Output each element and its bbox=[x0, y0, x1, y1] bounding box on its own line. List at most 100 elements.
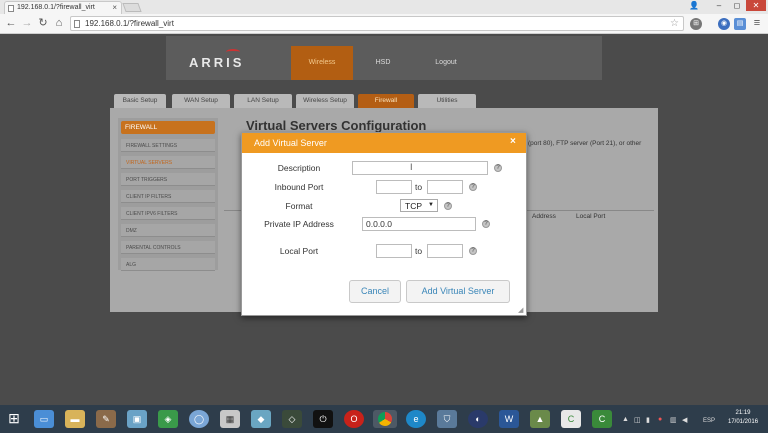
column-header-local-port: Local Port bbox=[576, 213, 606, 220]
back-icon[interactable]: ← bbox=[4, 16, 18, 31]
browser-tab[interactable]: 192.168.0.1/?firewall_virt × bbox=[4, 1, 122, 14]
local-port-label: Local Port bbox=[279, 246, 319, 256]
description-label: Description bbox=[277, 163, 321, 173]
tray-icon[interactable]: ▮ bbox=[646, 416, 650, 424]
dialog-title: Add Virtual Server bbox=[242, 133, 526, 153]
column-header-address: Address bbox=[532, 213, 556, 220]
folder-icon[interactable]: ▬ bbox=[65, 410, 85, 428]
extension-icon[interactable]: ◉ bbox=[718, 18, 730, 30]
extension-doc-icon[interactable]: ▤ bbox=[734, 18, 746, 30]
inbound-port-label: Inbound Port bbox=[274, 182, 324, 192]
window-close-button[interactable]: ✕ bbox=[746, 0, 766, 11]
sidebar-item-parental-controls[interactable]: PARENTAL CONTROLS bbox=[121, 241, 215, 254]
app-icon[interactable]: ✎ bbox=[96, 410, 116, 428]
shield-icon[interactable]: ⛉ bbox=[437, 410, 457, 428]
format-select[interactable]: TCP ▼ bbox=[400, 199, 438, 212]
calculator-icon[interactable]: ▦ bbox=[220, 410, 240, 428]
sidebar-item-dmz[interactable]: DMZ bbox=[121, 224, 215, 237]
page-icon bbox=[8, 5, 14, 12]
maximize-button[interactable]: ◻ bbox=[728, 0, 746, 11]
tab-wan-setup[interactable]: WAN Setup bbox=[172, 94, 230, 108]
bookmark-star-icon[interactable]: ☆ bbox=[670, 18, 679, 29]
ie-icon[interactable]: e bbox=[406, 410, 426, 428]
tab-basic-setup[interactable]: Basic Setup bbox=[114, 94, 166, 108]
close-icon[interactable]: × bbox=[510, 136, 516, 147]
cancel-button[interactable]: Cancel bbox=[349, 280, 401, 303]
format-value: TCP bbox=[405, 201, 422, 211]
chrome-icon[interactable] bbox=[373, 410, 397, 428]
menu-icon[interactable]: ≡ bbox=[750, 16, 764, 31]
clock-time: 21:19 bbox=[735, 410, 751, 416]
page-description: (port 80), FTP server (Port 21), or othe… bbox=[528, 140, 642, 147]
format-label: Format bbox=[285, 201, 313, 211]
help-icon[interactable]: ? bbox=[444, 202, 452, 210]
network-icon[interactable]: ◆ bbox=[251, 410, 271, 428]
home-icon[interactable]: ⌂ bbox=[52, 16, 66, 31]
app-icon[interactable]: ▣ bbox=[127, 410, 147, 428]
computer-icon[interactable]: ▭ bbox=[34, 410, 54, 428]
arris-logo: ARRIS bbox=[189, 55, 245, 70]
sidebar-item-virtual-servers[interactable]: VIRTUAL SERVERS bbox=[121, 156, 215, 169]
camtasia-recorder-icon[interactable]: C bbox=[592, 410, 612, 428]
to-label: to bbox=[415, 246, 423, 256]
app-icon[interactable]: ◐ bbox=[468, 410, 488, 428]
tab-firewall[interactable]: Firewall bbox=[358, 94, 414, 108]
help-icon[interactable]: ? bbox=[494, 164, 502, 172]
address-bar[interactable]: 192.168.0.1/?firewall_virt ☆ bbox=[70, 16, 684, 31]
add-virtual-server-button[interactable]: Add Virtual Server bbox=[406, 280, 510, 303]
sidebar-item-client-ip-filters[interactable]: CLIENT IP FILTERS bbox=[121, 190, 215, 203]
url-text: 192.168.0.1/?firewall_virt bbox=[85, 19, 174, 28]
word-icon[interactable]: W bbox=[499, 410, 519, 428]
minimize-button[interactable]: – bbox=[710, 0, 728, 11]
sidebar-item-firewall-settings[interactable]: FIREWALL SETTINGS bbox=[121, 139, 215, 152]
sidebar-item-client-ipv6-filters[interactable]: CLIENT IPV6 FILTERS bbox=[121, 207, 215, 220]
nav-logout[interactable]: Logout bbox=[418, 46, 474, 80]
help-icon[interactable]: ? bbox=[469, 247, 477, 255]
to-label: to bbox=[415, 182, 423, 192]
volume-icon[interactable]: ◀ bbox=[682, 416, 687, 424]
opera-icon[interactable]: O bbox=[344, 410, 364, 428]
tab-close-icon[interactable]: × bbox=[112, 3, 117, 12]
nav-hsd[interactable]: HSD bbox=[358, 46, 408, 80]
camtasia-icon[interactable]: C bbox=[561, 410, 581, 428]
sidebar-heading: FIREWALL bbox=[121, 121, 215, 134]
local-port-from-input[interactable] bbox=[376, 244, 412, 258]
tray-arrow-icon[interactable]: ▲ bbox=[622, 416, 629, 423]
inbound-port-from-input[interactable] bbox=[376, 180, 412, 194]
text-cursor-icon: I bbox=[410, 162, 413, 172]
private-ip-label: Private IP Address bbox=[264, 219, 334, 229]
help-icon[interactable]: ? bbox=[482, 220, 490, 228]
tab-utilities[interactable]: Utilities bbox=[418, 94, 476, 108]
network-tray-icon[interactable]: ▥ bbox=[670, 416, 677, 424]
windows-start-icon[interactable]: ⊞ bbox=[6, 410, 22, 426]
tray-icon[interactable]: ◫ bbox=[634, 416, 641, 424]
page-title: Virtual Servers Configuration bbox=[246, 118, 427, 133]
reload-icon[interactable]: ↻ bbox=[36, 16, 50, 31]
tab-lan-setup[interactable]: LAN Setup bbox=[234, 94, 292, 108]
power-icon[interactable]: ⏻ bbox=[313, 410, 333, 428]
sidebar-item-port-triggers[interactable]: PORT TRIGGERS bbox=[121, 173, 215, 186]
sidebar-item-alg[interactable]: ALG bbox=[121, 258, 215, 271]
local-port-to-input[interactable] bbox=[427, 244, 463, 258]
clock[interactable]: 21:19 17/01/2016 bbox=[728, 409, 758, 427]
help-icon[interactable]: ? bbox=[469, 183, 477, 191]
tab-wireless-setup[interactable]: Wireless Setup bbox=[296, 94, 354, 108]
app-icon[interactable]: ◈ bbox=[158, 410, 178, 428]
page-icon bbox=[74, 20, 80, 28]
app-icon[interactable]: ◇ bbox=[282, 410, 302, 428]
inbound-port-to-input[interactable] bbox=[427, 180, 463, 194]
chevron-down-icon: ▼ bbox=[428, 202, 434, 208]
description-input[interactable] bbox=[352, 161, 488, 175]
resize-grip-icon[interactable]: ◢ bbox=[518, 306, 523, 314]
chat-icon[interactable]: ◯ bbox=[189, 410, 209, 428]
clock-date: 17/01/2016 bbox=[728, 419, 759, 425]
user-icon[interactable]: 👤 bbox=[689, 1, 699, 10]
translate-icon[interactable]: ⊞ bbox=[690, 18, 702, 30]
forward-icon[interactable]: → bbox=[20, 16, 34, 31]
nav-wireless[interactable]: Wireless bbox=[291, 46, 353, 80]
new-tab-button[interactable] bbox=[122, 3, 142, 12]
private-ip-input[interactable]: 0.0.0.0 bbox=[362, 217, 476, 231]
app-icon[interactable]: ▲ bbox=[530, 410, 550, 428]
language-indicator[interactable]: ESP bbox=[703, 418, 715, 424]
tray-icon[interactable]: ● bbox=[658, 416, 662, 423]
